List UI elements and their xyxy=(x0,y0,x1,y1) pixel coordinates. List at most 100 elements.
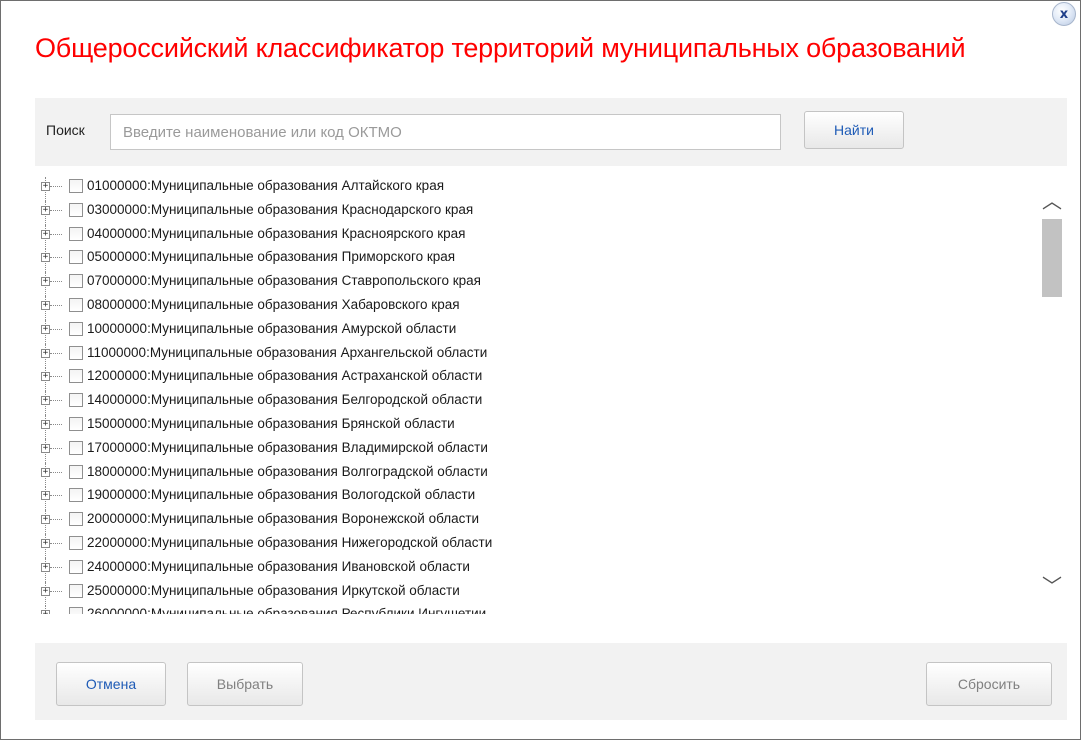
expand-plus-icon[interactable]: + xyxy=(41,277,50,287)
tree-connector-dash xyxy=(50,590,62,592)
tree-row[interactable]: +01000000:Муниципальные образования Алта… xyxy=(35,177,1035,201)
tree-checkbox[interactable] xyxy=(69,393,83,408)
cancel-button[interactable]: Отмена xyxy=(56,662,166,706)
tree-item-label[interactable]: 04000000:Муниципальные образования Красн… xyxy=(87,226,465,241)
tree-row[interactable]: +03000000:Муниципальные образования Крас… xyxy=(35,200,1035,225)
scroll-thumb[interactable] xyxy=(1042,219,1062,297)
tree-row[interactable]: +26000000:Муниципальные образования Респ… xyxy=(35,605,1035,614)
tree-connector-dash xyxy=(50,543,62,544)
tree-row[interactable]: +24000000:Муниципальные образования Иван… xyxy=(35,557,1035,582)
tree-checkbox[interactable] xyxy=(69,583,83,598)
oktmo-dialog: Общероссийский классификатор территорий … xyxy=(0,0,1081,740)
tree-item-label[interactable]: 10000000:Муниципальные образования Амурс… xyxy=(87,321,456,336)
tree-row[interactable]: +14000000:Муниципальные образования Белг… xyxy=(35,391,1035,416)
expand-plus-icon[interactable]: + xyxy=(41,348,50,358)
expand-plus-icon[interactable]: + xyxy=(41,420,50,429)
tree-item-label[interactable]: 05000000:Муниципальные образования Примо… xyxy=(87,249,455,264)
tree-connector-dash xyxy=(50,566,62,568)
tree-row[interactable]: +07000000:Муниципальные образования Став… xyxy=(35,272,1035,297)
tree-item-label[interactable]: 17000000:Муниципальные образования Влади… xyxy=(87,440,488,455)
tree-checkbox[interactable] xyxy=(69,559,83,574)
expand-plus-icon[interactable]: + xyxy=(41,229,50,239)
expand-plus-icon[interactable]: + xyxy=(41,467,50,477)
tree-row[interactable]: +22000000:Муниципальные образования Ниже… xyxy=(35,534,1035,558)
tree-item-label[interactable]: 07000000:Муниципальные образования Ставр… xyxy=(87,273,481,288)
tree-row[interactable]: +10000000:Муниципальные образования Амур… xyxy=(35,319,1035,344)
tree-item-label[interactable]: 14000000:Муниципальные образования Белго… xyxy=(87,392,482,407)
tree-list[interactable]: +01000000:Муниципальные образования Алта… xyxy=(35,166,1067,614)
tree-row[interactable]: +08000000:Муниципальные образования Хаба… xyxy=(35,296,1035,320)
tree-checkbox[interactable] xyxy=(69,536,83,550)
tree-item-label[interactable]: 19000000:Муниципальные образования Волог… xyxy=(87,487,475,502)
tree-item-label[interactable]: 26000000:Муниципальные образования Респу… xyxy=(87,606,486,614)
expand-plus-icon[interactable]: + xyxy=(41,586,50,596)
expand-plus-icon[interactable]: + xyxy=(41,396,50,406)
expand-plus-icon[interactable]: + xyxy=(41,539,50,548)
tree-item-label[interactable]: 11000000:Муниципальные образования Архан… xyxy=(87,345,487,360)
scroll-down-arrow-icon[interactable]: ﹀ xyxy=(1040,574,1064,598)
tree-connector-dash xyxy=(50,400,62,402)
tree-checkbox[interactable] xyxy=(69,321,83,336)
tree-item-label[interactable]: 22000000:Муниципальные образования Нижег… xyxy=(87,535,492,550)
tree-row[interactable]: +11000000:Муниципальные образования Арха… xyxy=(35,343,1035,368)
scrollbar[interactable]: ︿ ﹀ xyxy=(1040,181,1064,609)
tree-checkbox[interactable] xyxy=(69,250,83,265)
tree-checkbox[interactable] xyxy=(69,274,83,289)
tree-checkbox[interactable] xyxy=(69,179,83,193)
tree-item-label[interactable]: 15000000:Муниципальные образования Брянс… xyxy=(87,416,455,431)
tree-row[interactable]: +25000000:Муниципальные образования Ирку… xyxy=(35,581,1035,606)
expand-plus-icon[interactable]: + xyxy=(41,182,50,191)
tree-connector-dash xyxy=(50,424,62,425)
expand-plus-icon[interactable]: + xyxy=(41,253,50,263)
tree-connector-dash xyxy=(50,209,62,211)
tree-item-label[interactable]: 24000000:Муниципальные образования Ивано… xyxy=(87,559,470,574)
expand-plus-icon[interactable]: + xyxy=(41,205,50,215)
close-icon: x xyxy=(1059,6,1069,22)
tree-checkbox[interactable] xyxy=(69,298,83,312)
tree-item-label[interactable]: 18000000:Муниципальные образования Волго… xyxy=(87,464,488,479)
tree-row[interactable]: +19000000:Муниципальные образования Воло… xyxy=(35,486,1035,511)
close-button[interactable]: x xyxy=(1052,2,1076,26)
find-button[interactable]: Найти xyxy=(804,111,904,149)
tree-connector-dash xyxy=(50,186,62,187)
tree-connector-dash xyxy=(50,281,62,283)
scroll-up-arrow-icon[interactable]: ︿ xyxy=(1040,189,1064,213)
tree-row[interactable]: +04000000:Муниципальные образования Крас… xyxy=(35,224,1035,249)
expand-plus-icon[interactable]: + xyxy=(41,372,50,382)
expand-plus-icon[interactable]: + xyxy=(41,562,50,572)
tree-row[interactable]: +18000000:Муниципальные образования Волг… xyxy=(35,462,1035,487)
tree-checkbox[interactable] xyxy=(69,464,83,479)
tree-checkbox[interactable] xyxy=(69,440,83,455)
tree-checkbox[interactable] xyxy=(69,488,83,503)
tree-row[interactable]: +15000000:Муниципальные образования Брян… xyxy=(35,415,1035,439)
tree-item-label[interactable]: 12000000:Муниципальные образования Астра… xyxy=(87,368,482,383)
tree-connector-dash xyxy=(50,495,62,497)
tree-row[interactable]: +05000000:Муниципальные образования Прим… xyxy=(35,248,1035,273)
tree-item-label[interactable]: 03000000:Муниципальные образования Красн… xyxy=(87,202,473,217)
tree-item-label[interactable]: 01000000:Муниципальные образования Алтай… xyxy=(87,178,444,193)
tree-checkbox[interactable] xyxy=(69,607,83,614)
expand-plus-icon[interactable]: + xyxy=(41,443,50,453)
tree-checkbox[interactable] xyxy=(69,202,83,217)
tree-checkbox[interactable] xyxy=(69,369,83,384)
tree-checkbox[interactable] xyxy=(69,417,83,431)
tree-row[interactable]: +12000000:Муниципальные образования Астр… xyxy=(35,367,1035,392)
tree-item-label[interactable]: 25000000:Муниципальные образования Иркут… xyxy=(87,583,460,598)
tree-item-label[interactable]: 08000000:Муниципальные образования Хабар… xyxy=(87,297,460,312)
tree-item-label[interactable]: 20000000:Муниципальные образования Ворон… xyxy=(87,511,479,526)
tree-row[interactable]: +20000000:Муниципальные образования Воро… xyxy=(35,510,1035,535)
expand-plus-icon[interactable]: + xyxy=(41,301,50,310)
expand-plus-icon[interactable]: + xyxy=(41,610,50,614)
search-input[interactable] xyxy=(110,114,781,150)
expand-plus-icon[interactable]: + xyxy=(41,515,50,525)
tree-checkbox[interactable] xyxy=(69,345,83,360)
tree-checkbox[interactable] xyxy=(69,226,83,241)
reset-button[interactable]: Сбросить xyxy=(926,662,1052,706)
tree-row[interactable]: +17000000:Муниципальные образования Влад… xyxy=(35,438,1035,463)
expand-plus-icon[interactable]: + xyxy=(41,491,50,501)
expand-plus-icon[interactable]: + xyxy=(41,324,50,334)
tree-checkbox[interactable] xyxy=(69,512,83,527)
tree-connector-dash xyxy=(50,447,62,449)
tree-connector-dash xyxy=(50,376,62,378)
select-button[interactable]: Выбрать xyxy=(187,662,303,706)
